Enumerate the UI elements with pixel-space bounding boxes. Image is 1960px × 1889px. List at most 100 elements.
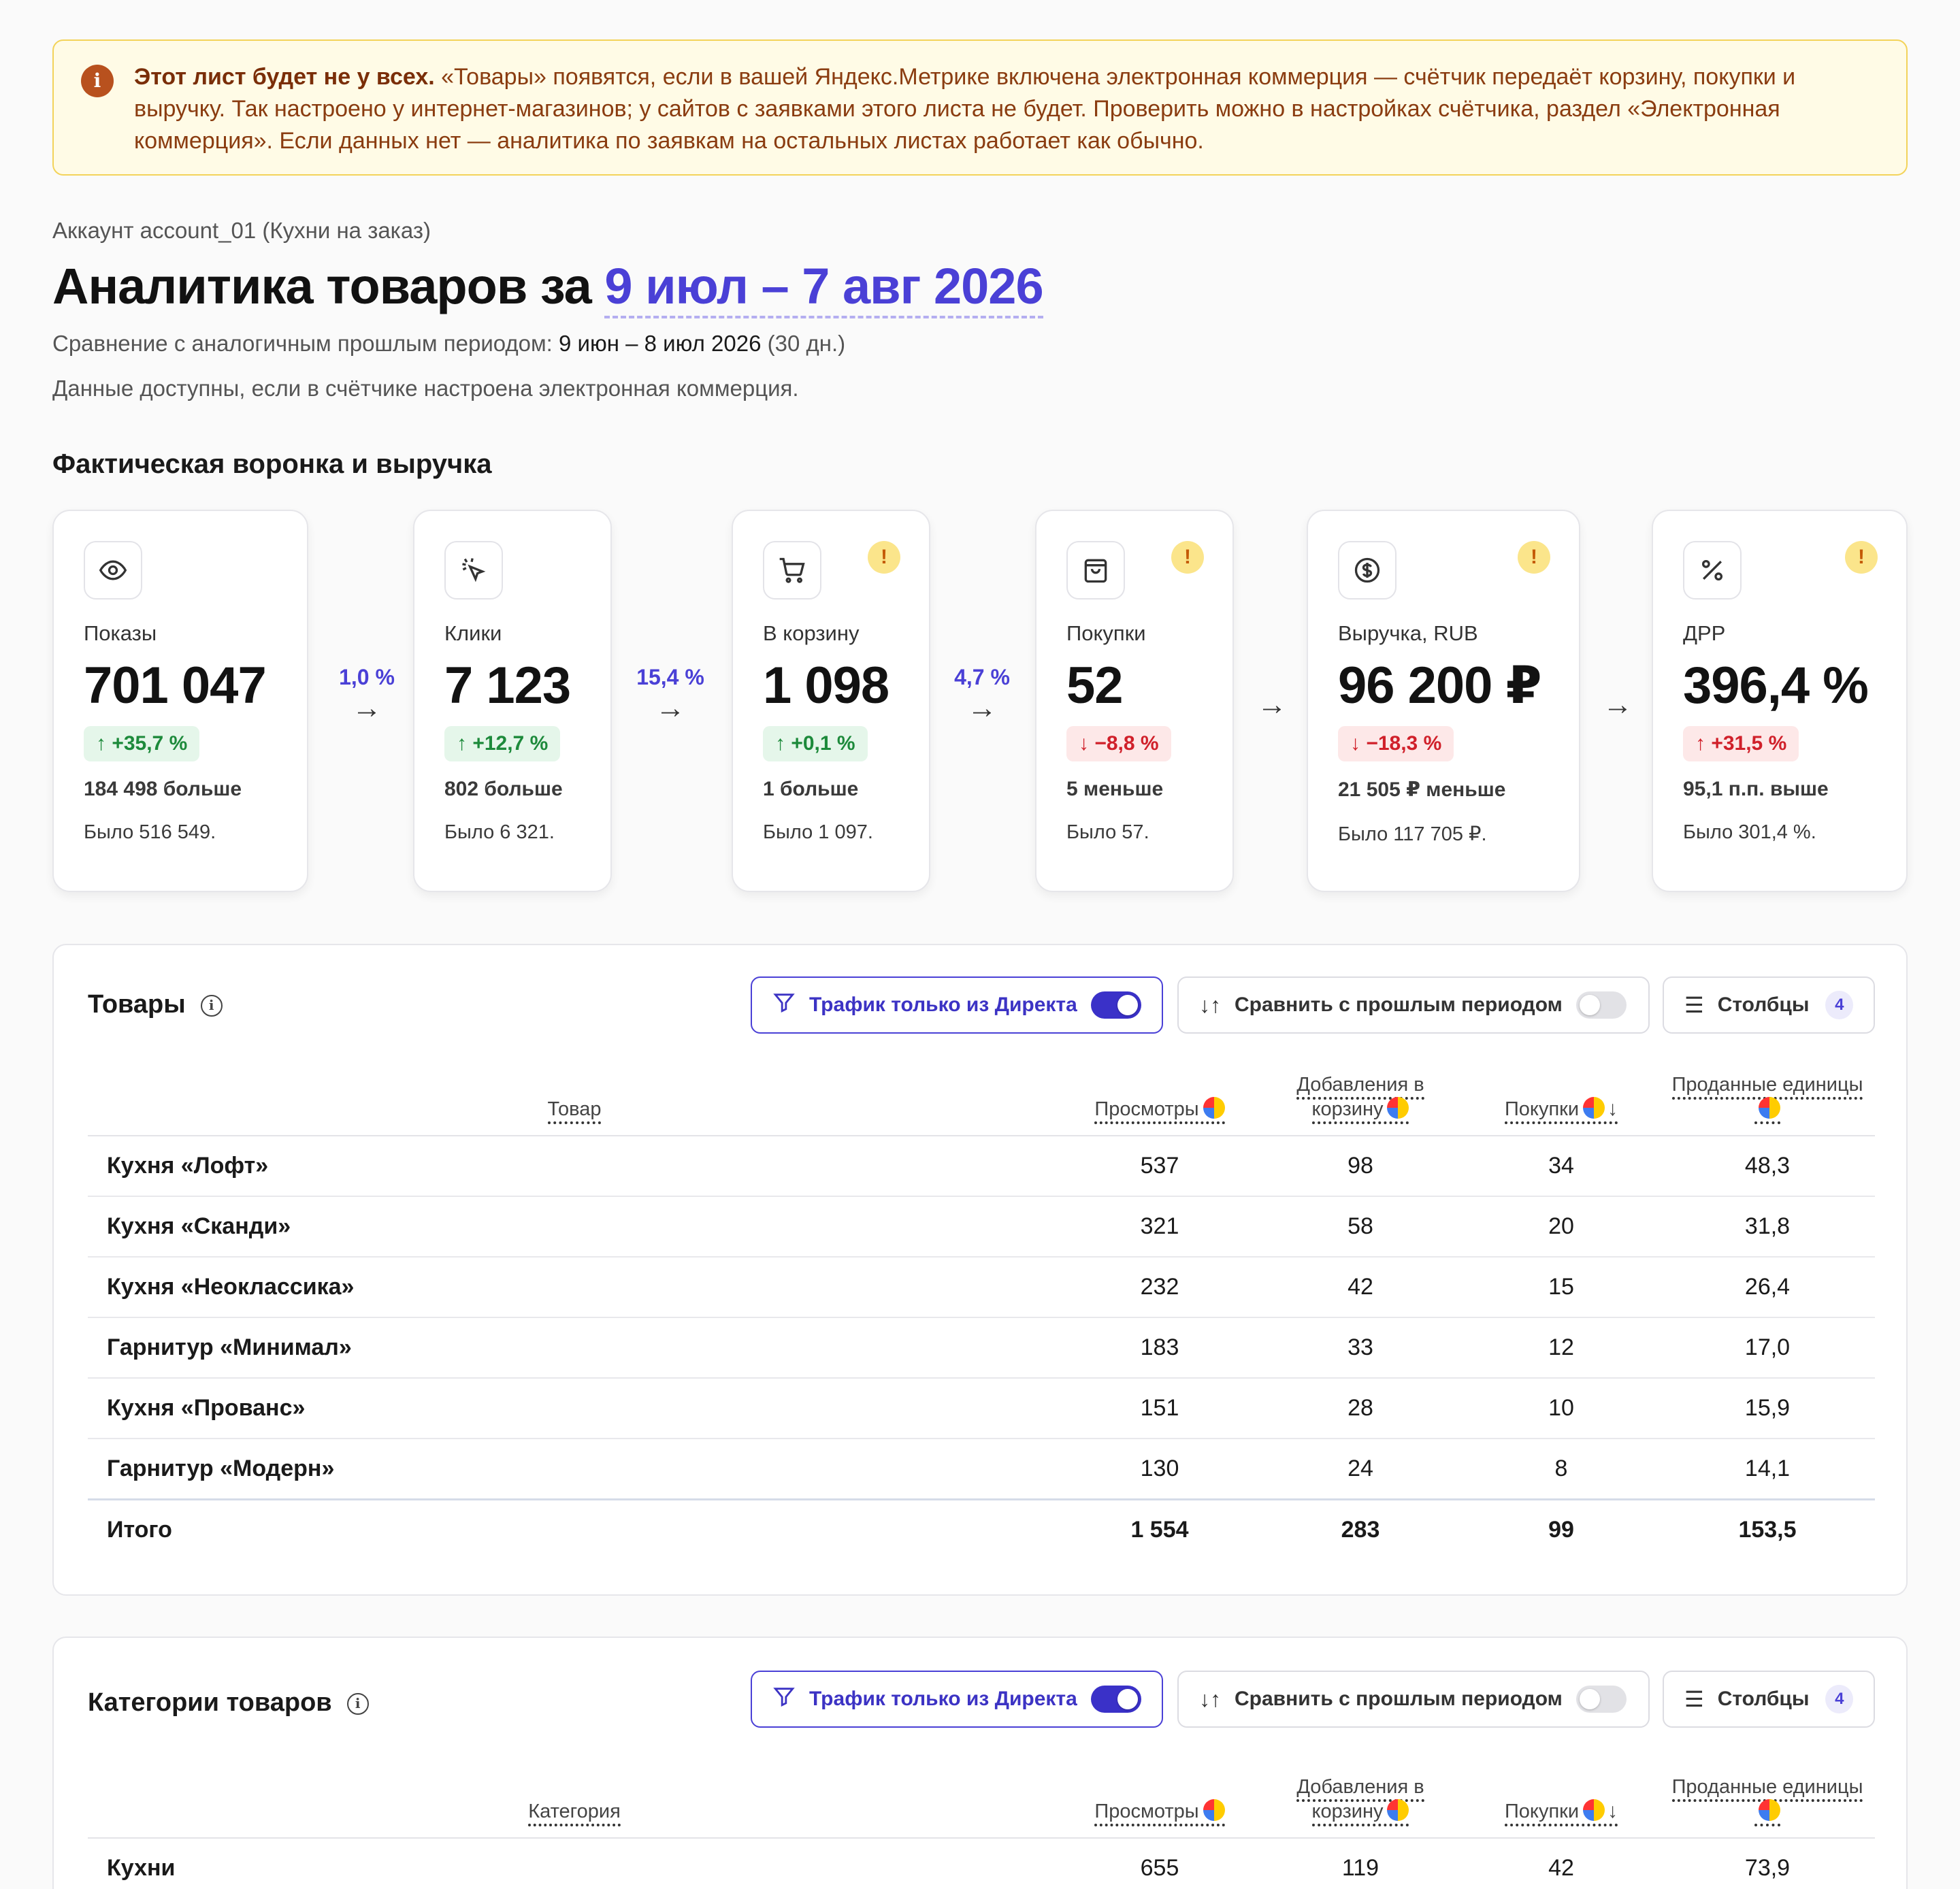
- columns-button[interactable]: ☰ Столбцы 4: [1663, 976, 1875, 1034]
- cell-views: 151: [1061, 1378, 1258, 1439]
- cell-views: 232: [1061, 1257, 1258, 1318]
- table-row[interactable]: Гарнитур «Минимал» 183 33 12 17,0: [88, 1317, 1875, 1379]
- direct-traffic-filter[interactable]: Трафик только из Директа: [751, 976, 1163, 1034]
- card-previous: Было 57.: [1066, 821, 1149, 843]
- dollar-icon: [1338, 541, 1396, 599]
- info-icon[interactable]: i: [346, 1693, 369, 1715]
- sort-arrows-icon: ↓↑: [1199, 992, 1221, 1017]
- col-purchases[interactable]: Покупки ↓: [1463, 1740, 1660, 1839]
- warning-icon[interactable]: !: [1171, 541, 1204, 574]
- cell-cart: 119: [1258, 1838, 1463, 1889]
- products-panel: Товары i Трафик только из Директа ↓↑ Срав…: [52, 944, 1908, 1596]
- warning-icon[interactable]: !: [1518, 541, 1550, 574]
- total-purchases: 99: [1463, 1498, 1660, 1560]
- card-diff: 21 505 ₽ меньше: [1338, 778, 1506, 801]
- conversion-rate: 1,0 %: [339, 665, 395, 689]
- table-row[interactable]: Кухня «Сканди» 321 58 20 31,8: [88, 1196, 1875, 1258]
- table-row[interactable]: Кухня «Прованс» 151 28 10 15,9: [88, 1378, 1875, 1439]
- cell-name: Кухни: [88, 1838, 1061, 1889]
- cell-units: 17,0: [1660, 1317, 1875, 1379]
- compare-toggle[interactable]: [1575, 991, 1627, 1019]
- cell-units: 26,4: [1660, 1257, 1875, 1318]
- metrika-icon: [1203, 1097, 1225, 1119]
- col-cart[interactable]: Добавления в корзину: [1258, 1740, 1463, 1839]
- card-label: ДРР: [1683, 621, 1726, 645]
- card-label: Клики: [444, 621, 502, 645]
- direct-traffic-toggle[interactable]: [1090, 1686, 1141, 1713]
- direct-traffic-toggle[interactable]: [1090, 991, 1141, 1019]
- metrika-icon: [1583, 1799, 1605, 1821]
- filter-label: Трафик только из Директа: [809, 993, 1077, 1016]
- cell-cart: 28: [1258, 1378, 1463, 1439]
- sort-arrows-icon: ↓↑: [1199, 1686, 1221, 1711]
- card-label: Выручка, RUB: [1338, 621, 1478, 645]
- compare-days: (30 дн.): [761, 331, 846, 356]
- cell-name: Кухня «Сканди»: [88, 1196, 1061, 1258]
- delta-badge: ↑ +0,1 %: [763, 726, 868, 761]
- card-value: 701 047: [84, 657, 267, 714]
- cell-purchases: 34: [1463, 1136, 1660, 1197]
- cell-cart: 98: [1258, 1136, 1463, 1197]
- metrika-icon: [1583, 1097, 1605, 1119]
- total-views: 1 554: [1061, 1498, 1258, 1560]
- title-prefix: Аналитика товаров за: [52, 258, 605, 314]
- cell-purchases: 12: [1463, 1317, 1660, 1379]
- filter-icon: [772, 1685, 796, 1713]
- direct-traffic-filter[interactable]: Трафик только из Директа: [751, 1671, 1163, 1728]
- arrow-right-icon: →: [1257, 688, 1287, 721]
- table-row[interactable]: Кухня «Лофт» 537 98 34 48,3: [88, 1136, 1875, 1197]
- table-row[interactable]: Кухня «Неоклассика» 232 42 15 26,4: [88, 1257, 1875, 1318]
- col-cart[interactable]: Добавления в корзину: [1258, 1047, 1463, 1136]
- funnel-card-purchases: ! Покупки 52 ↓ −8,8 % 5 меньше Было 57.: [1035, 510, 1234, 892]
- conversion-2: 15,4 % →: [625, 665, 715, 725]
- cell-name: Гарнитур «Минимал»: [88, 1317, 1061, 1379]
- cell-units: 14,1: [1660, 1439, 1875, 1500]
- card-diff: 5 меньше: [1066, 778, 1164, 800]
- card-previous: Было 1 097.: [763, 821, 873, 843]
- warning-icon[interactable]: !: [868, 541, 900, 574]
- columns-button[interactable]: ☰ Столбцы 4: [1663, 1671, 1875, 1728]
- filter-icon: [772, 991, 796, 1019]
- col-category[interactable]: Категория: [88, 1740, 1061, 1839]
- compare-label: Сравнить с прошлым периодом: [1235, 1688, 1563, 1710]
- card-previous: Было 301,4 %.: [1683, 821, 1816, 843]
- columns-icon: ☰: [1684, 993, 1704, 1017]
- compare-period-button[interactable]: ↓↑ Сравнить с прошлым периодом: [1177, 976, 1650, 1034]
- columns-icon: ☰: [1684, 1687, 1704, 1711]
- funnel-card-cart: ! В корзину 1 098 ↑ +0,1 % 1 больше Было…: [732, 510, 930, 892]
- col-purchases[interactable]: Покупки ↓: [1463, 1047, 1660, 1136]
- col-views[interactable]: Просмотры: [1061, 1740, 1258, 1839]
- card-previous: Было 516 549.: [84, 821, 216, 843]
- metrika-icon: [1759, 1799, 1780, 1821]
- table-row[interactable]: Кухни 655 119 42 73,9: [88, 1838, 1875, 1889]
- compare-period-button[interactable]: ↓↑ Сравнить с прошлым периодом: [1177, 1671, 1650, 1728]
- notice-bold: Этот лист будет не у всех.: [134, 64, 435, 90]
- compare-toggle[interactable]: [1575, 1686, 1627, 1713]
- col-views[interactable]: Просмотры: [1061, 1047, 1258, 1136]
- col-units[interactable]: Проданные единицы: [1660, 1740, 1875, 1839]
- cell-purchases: 10: [1463, 1378, 1660, 1439]
- account-label: Аккаунт account_01 (Кухни на заказ): [52, 218, 431, 243]
- funnel: Показы 701 047 ↑ +35,7 % 184 498 больше …: [52, 510, 1908, 894]
- funnel-title: Фактическая воронка и выручка: [52, 449, 492, 479]
- arrow-right-icon: →: [1603, 688, 1633, 721]
- conversion-rate: 4,7 %: [954, 665, 1010, 689]
- card-diff: 95,1 п.п. выше: [1683, 778, 1829, 800]
- card-value: 1 098: [763, 657, 889, 714]
- funnel-card-impressions: Показы 701 047 ↑ +35,7 % 184 498 больше …: [52, 510, 308, 892]
- warning-icon[interactable]: !: [1845, 541, 1878, 574]
- cell-cart: 42: [1258, 1257, 1463, 1318]
- funnel-card-clicks: Клики 7 123 ↑ +12,7 % 802 больше Было 6 …: [413, 510, 612, 892]
- col-units[interactable]: Проданные единицы: [1660, 1047, 1875, 1136]
- card-diff: 1 больше: [763, 778, 859, 800]
- percent-icon: [1683, 541, 1742, 599]
- card-value: 396,4 %: [1683, 657, 1869, 714]
- sort-desc-icon: ↓: [1607, 1098, 1618, 1120]
- col-product[interactable]: Товар: [88, 1047, 1061, 1136]
- table-row[interactable]: Гарнитур «Модерн» 130 24 8 14,1: [88, 1439, 1875, 1500]
- conversion-1: 1,0 % →: [322, 665, 412, 725]
- info-icon: i: [81, 65, 114, 97]
- cell-name: Кухня «Неоклассика»: [88, 1257, 1061, 1318]
- period-picker[interactable]: 9 июл – 7 авг 2026: [604, 258, 1044, 318]
- info-icon[interactable]: i: [200, 995, 223, 1017]
